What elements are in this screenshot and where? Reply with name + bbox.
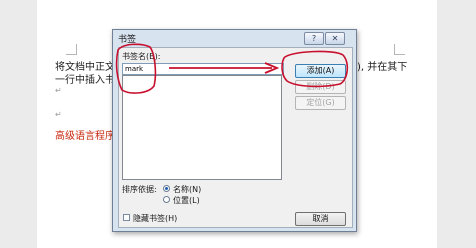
sort-by-location-radio[interactable]: [163, 196, 170, 203]
margin-corner-top-left: [66, 44, 77, 55]
cancel-button-label: 取消: [312, 214, 329, 223]
add-button[interactable]: 添加(A): [295, 64, 346, 78]
bookmark-name-input[interactable]: [122, 63, 284, 75]
doc-paragraph-line-1-right: ), 并在其下: [357, 58, 407, 73]
help-button[interactable]: ?: [304, 32, 324, 45]
sort-by-label: 排序依据:: [122, 185, 157, 194]
margin-corner-top-right: [394, 44, 405, 55]
delete-button-label: 删除(D): [306, 82, 335, 91]
help-icon: ?: [311, 34, 317, 43]
cancel-button[interactable]: 取消: [295, 212, 346, 226]
add-button-label: 添加(A): [306, 66, 335, 75]
paragraph-mark-icon: ↵: [55, 110, 62, 119]
paragraph-mark-icon: ↵: [55, 86, 62, 95]
sort-by-location-label[interactable]: 位置(L): [173, 195, 200, 206]
sort-by-name-radio[interactable]: [163, 185, 170, 192]
close-button[interactable]: ✕: [325, 32, 345, 45]
hidden-bookmarks-label[interactable]: 隐藏书签(H): [133, 213, 177, 224]
goto-button[interactable]: 定位(G): [295, 96, 346, 110]
dialog-title: 书签: [118, 35, 137, 45]
bookmark-dialog: 书签 ? ✕ 书签名(B): 添加(A) 删除(D) 定位(G) 排序依据: 名…: [112, 29, 357, 232]
hidden-bookmarks-checkbox[interactable]: [123, 214, 130, 221]
close-icon: ✕: [331, 34, 339, 43]
bookmark-list[interactable]: [122, 75, 282, 180]
delete-button[interactable]: 删除(D): [295, 80, 346, 94]
doc-text: ), 并在其下: [357, 62, 408, 73]
bookmark-name-label: 书签名(B):: [122, 52, 161, 61]
goto-button-label: 定位(G): [306, 98, 335, 107]
dialog-titlebar[interactable]: 书签 ? ✕: [113, 30, 356, 46]
sort-by-name-label[interactable]: 名称(N): [173, 184, 201, 195]
dialog-body: 书签名(B): 添加(A) 删除(D) 定位(G) 排序依据: 名称(N) 位置…: [118, 47, 353, 228]
